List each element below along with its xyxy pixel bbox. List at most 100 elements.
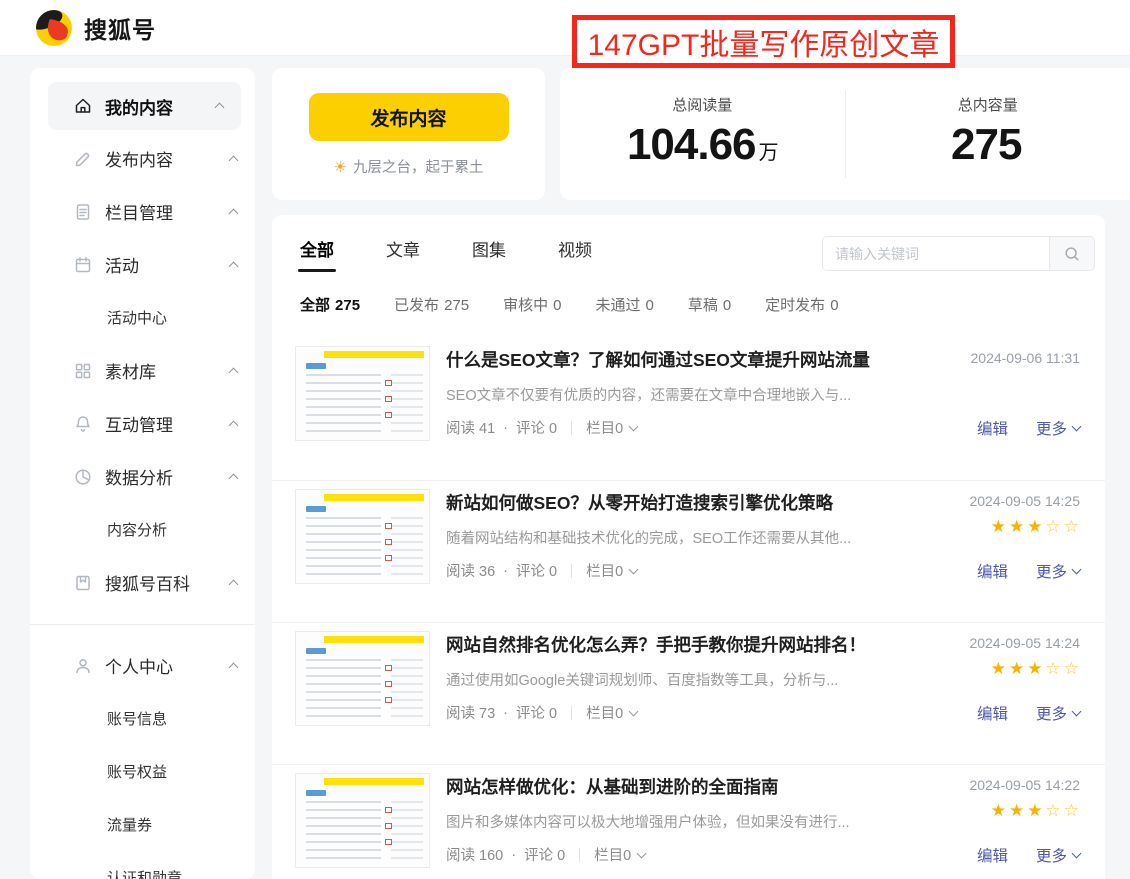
article-thumbnail[interactable] xyxy=(295,346,430,441)
search-icon xyxy=(1063,245,1081,263)
filter-count: 0 xyxy=(723,297,731,314)
column-dropdown[interactable]: 栏目0 xyxy=(586,560,637,581)
edit-button[interactable]: 编辑 xyxy=(977,702,1008,724)
article-thumbnail[interactable] xyxy=(295,773,430,868)
publish-content-button[interactable]: 发布内容 xyxy=(309,93,509,141)
bell-icon xyxy=(73,414,93,434)
stat-total-content: 总内容量 275 xyxy=(846,68,1130,200)
sidebar-item-sohu-baike[interactable]: 搜狐号百科 xyxy=(30,556,255,609)
dot-separator: · xyxy=(511,847,516,863)
sidebar-item-label: 发布内容 xyxy=(105,146,173,171)
tab-article[interactable]: 文章 xyxy=(386,215,420,281)
grid-icon xyxy=(73,361,93,381)
sidebar-item-material-library[interactable]: 素材库 xyxy=(30,344,255,397)
star-filled-icon: ★ xyxy=(991,801,1009,820)
article-actions: 编辑 更多 xyxy=(977,560,1080,582)
article-metrics: 阅读 160 · 评论 0 栏目0 xyxy=(446,844,645,865)
search-button[interactable] xyxy=(1049,237,1094,270)
edit-button[interactable]: 编辑 xyxy=(977,417,1008,439)
more-button[interactable]: 更多 xyxy=(1036,844,1080,866)
calendar-icon xyxy=(73,255,93,275)
more-button[interactable]: 更多 xyxy=(1036,417,1080,439)
status-filter-rejected[interactable]: 未通过0 xyxy=(595,294,653,315)
sidebar-subitem-account-rights[interactable]: 账号权益 xyxy=(30,745,255,798)
chevron-up-icon xyxy=(229,261,239,271)
status-filter-draft[interactable]: 草稿0 xyxy=(688,294,731,315)
article-thumbnail[interactable] xyxy=(295,489,430,584)
reads-count: 阅读 36 xyxy=(446,560,495,581)
sidebar-item-label: 个人中心 xyxy=(105,653,173,678)
sidebar-item-my-content[interactable]: 我的内容 xyxy=(48,82,241,130)
article-rating[interactable]: ★★★☆☆ xyxy=(991,801,1082,821)
star-filled-icon: ★ xyxy=(991,517,1009,536)
status-filter-all[interactable]: 全部275 xyxy=(300,294,360,315)
more-button[interactable]: 更多 xyxy=(1036,702,1080,724)
article-title[interactable]: 网站自然排名优化怎么弄？手把手教你提升网站排名！ xyxy=(446,632,870,657)
article-rating[interactable]: ★★★☆☆ xyxy=(991,659,1082,679)
star-filled-icon: ★ xyxy=(991,659,1009,678)
column-dropdown[interactable]: 栏目0 xyxy=(594,844,645,865)
status-filter-scheduled[interactable]: 定时发布0 xyxy=(765,294,838,315)
filter-label: 定时发布 xyxy=(765,297,825,314)
sidebar-subitem-traffic-coupon[interactable]: 流量券 xyxy=(30,798,255,851)
column-label: 栏目0 xyxy=(586,560,623,581)
edit-button[interactable]: 编辑 xyxy=(977,844,1008,866)
comments-count: 评论 0 xyxy=(524,844,565,865)
person-icon xyxy=(73,656,93,676)
article-thumbnail[interactable] xyxy=(295,631,430,726)
tab-all[interactable]: 全部 xyxy=(300,215,334,281)
article-rating[interactable]: ★★★☆☆ xyxy=(991,517,1082,537)
article-title[interactable]: 新站如何做SEO？从零开始打造搜索引擎优化策略 xyxy=(446,490,870,515)
sohu-logo-icon[interactable] xyxy=(36,10,72,46)
thumbnail-list-lines xyxy=(391,659,423,719)
sidebar-item-label: 搜狐号百科 xyxy=(105,570,190,595)
chevron-up-icon xyxy=(229,155,239,165)
chevron-down-icon xyxy=(1072,849,1082,859)
reads-count: 阅读 41 xyxy=(446,417,495,438)
filter-count: 0 xyxy=(645,297,653,314)
pie-icon xyxy=(73,467,93,487)
sidebar-item-publish-content[interactable]: 发布内容 xyxy=(30,132,255,185)
column-dropdown[interactable]: 栏目0 xyxy=(586,702,637,723)
chevron-down-icon xyxy=(629,421,639,431)
column-dropdown[interactable]: 栏目0 xyxy=(586,417,637,438)
article-row: 网站怎样做优化：从基础到进阶的全面指南 图片和多媒体内容可以极大地增强用户体验，… xyxy=(272,764,1105,879)
search-input[interactable] xyxy=(823,237,1049,270)
more-button[interactable]: 更多 xyxy=(1036,560,1080,582)
bookmark-icon xyxy=(73,573,93,593)
sidebar-item-activity[interactable]: 活动 xyxy=(30,238,255,291)
sidebar-item-label: 素材库 xyxy=(105,358,156,383)
article-list: 什么是SEO文章？了解如何通过SEO文章提升网站流量 SEO文章不仅要有优质的内… xyxy=(272,338,1105,879)
sidebar-subitem-certification-medal[interactable]: 认证和勋章 xyxy=(30,851,255,879)
sidebar-item-interaction-management[interactable]: 互动管理 xyxy=(30,397,255,450)
sidebar-subitem-content-analysis[interactable]: 内容分析 xyxy=(30,503,255,556)
vertical-divider xyxy=(571,706,572,720)
sidebar: 我的内容 发布内容 栏目管理 活动 活动中心 素材库 互动管理 数据分析 内容分… xyxy=(30,68,255,879)
sidebar-subitem-account-info[interactable]: 账号信息 xyxy=(30,692,255,745)
stat-label: 总阅读量 xyxy=(560,94,845,115)
tab-gallery[interactable]: 图集 xyxy=(472,215,506,281)
status-filter-published[interactable]: 已发布275 xyxy=(394,294,469,315)
thumbnail-highlight xyxy=(324,636,424,643)
more-label: 更多 xyxy=(1036,560,1067,582)
article-row: 什么是SEO文章？了解如何通过SEO文章提升网站流量 SEO文章不仅要有优质的内… xyxy=(272,338,1105,480)
status-filter-reviewing[interactable]: 审核中0 xyxy=(503,294,561,315)
motto-text: 九层之台，起于累土 xyxy=(353,160,484,176)
sidebar-item-column-management[interactable]: 栏目管理 xyxy=(30,185,255,238)
article-title[interactable]: 网站怎样做优化：从基础到进阶的全面指南 xyxy=(446,774,870,799)
article-title[interactable]: 什么是SEO文章？了解如何通过SEO文章提升网站流量 xyxy=(446,347,870,372)
sidebar-item-data-analysis[interactable]: 数据分析 xyxy=(30,450,255,503)
filter-label: 全部 xyxy=(300,297,330,314)
thumbnail-button-shape xyxy=(306,790,326,796)
dot-separator: · xyxy=(503,563,508,579)
article-date: 2024-09-05 14:22 xyxy=(969,777,1080,793)
star-empty-icon: ☆ xyxy=(1064,659,1082,678)
sidebar-subitem-label: 账号信息 xyxy=(107,708,167,729)
sidebar-item-personal-center[interactable]: 个人中心 xyxy=(30,639,255,692)
tab-video[interactable]: 视频 xyxy=(558,215,592,281)
thumbnail-mark xyxy=(385,807,392,813)
star-filled-icon: ★ xyxy=(1027,801,1045,820)
logo-fox-red-shape xyxy=(45,18,70,42)
sidebar-subitem-activity-center[interactable]: 活动中心 xyxy=(30,291,255,344)
edit-button[interactable]: 编辑 xyxy=(977,560,1008,582)
